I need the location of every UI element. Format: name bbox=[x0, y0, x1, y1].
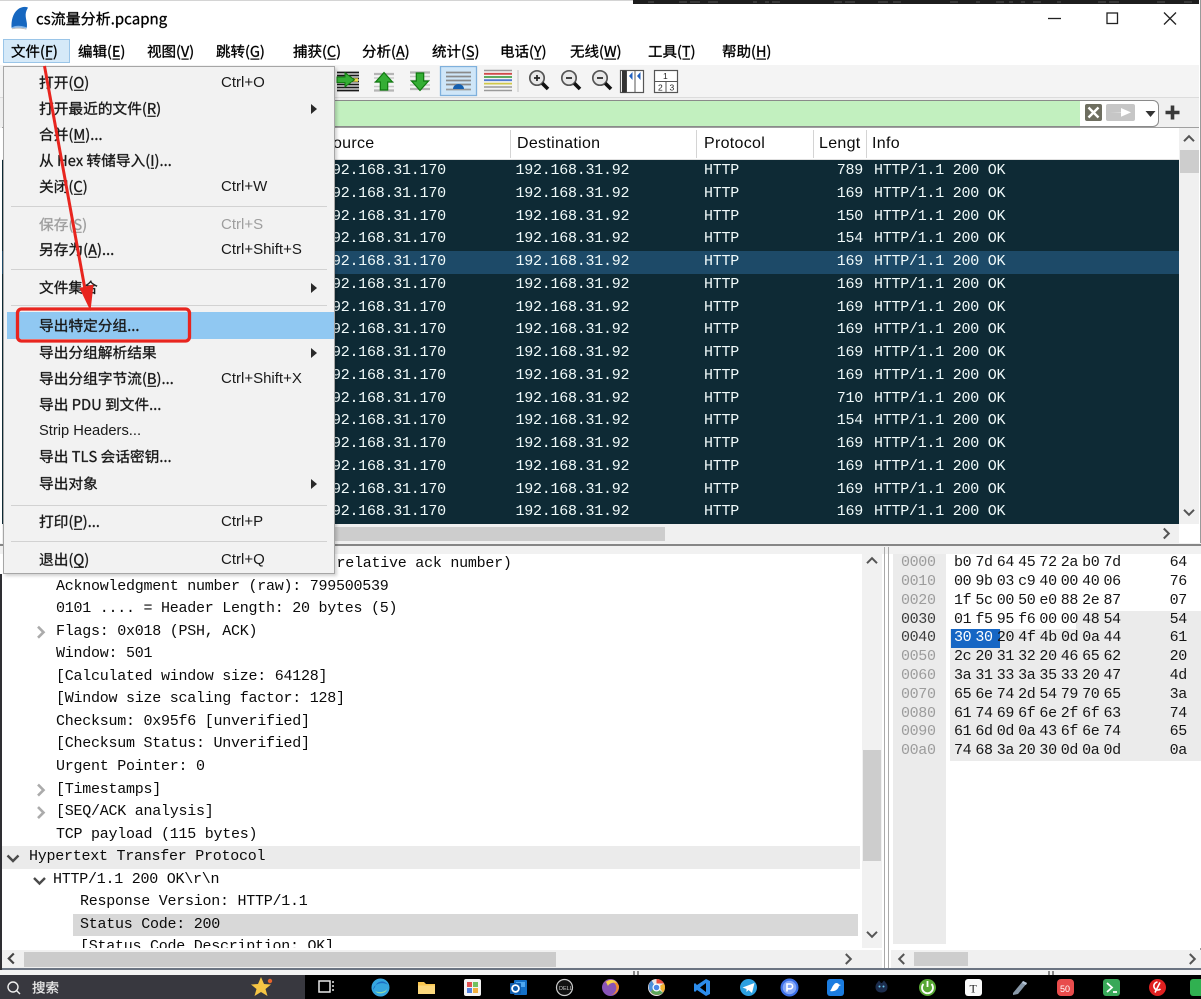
svg-text:2: 2 bbox=[658, 83, 663, 93]
svg-text:50: 50 bbox=[1060, 984, 1070, 994]
svg-text:DELL: DELL bbox=[559, 986, 573, 992]
svg-text:T: T bbox=[970, 982, 978, 996]
svg-text:1: 1 bbox=[663, 71, 668, 81]
svg-text:3: 3 bbox=[670, 83, 675, 93]
